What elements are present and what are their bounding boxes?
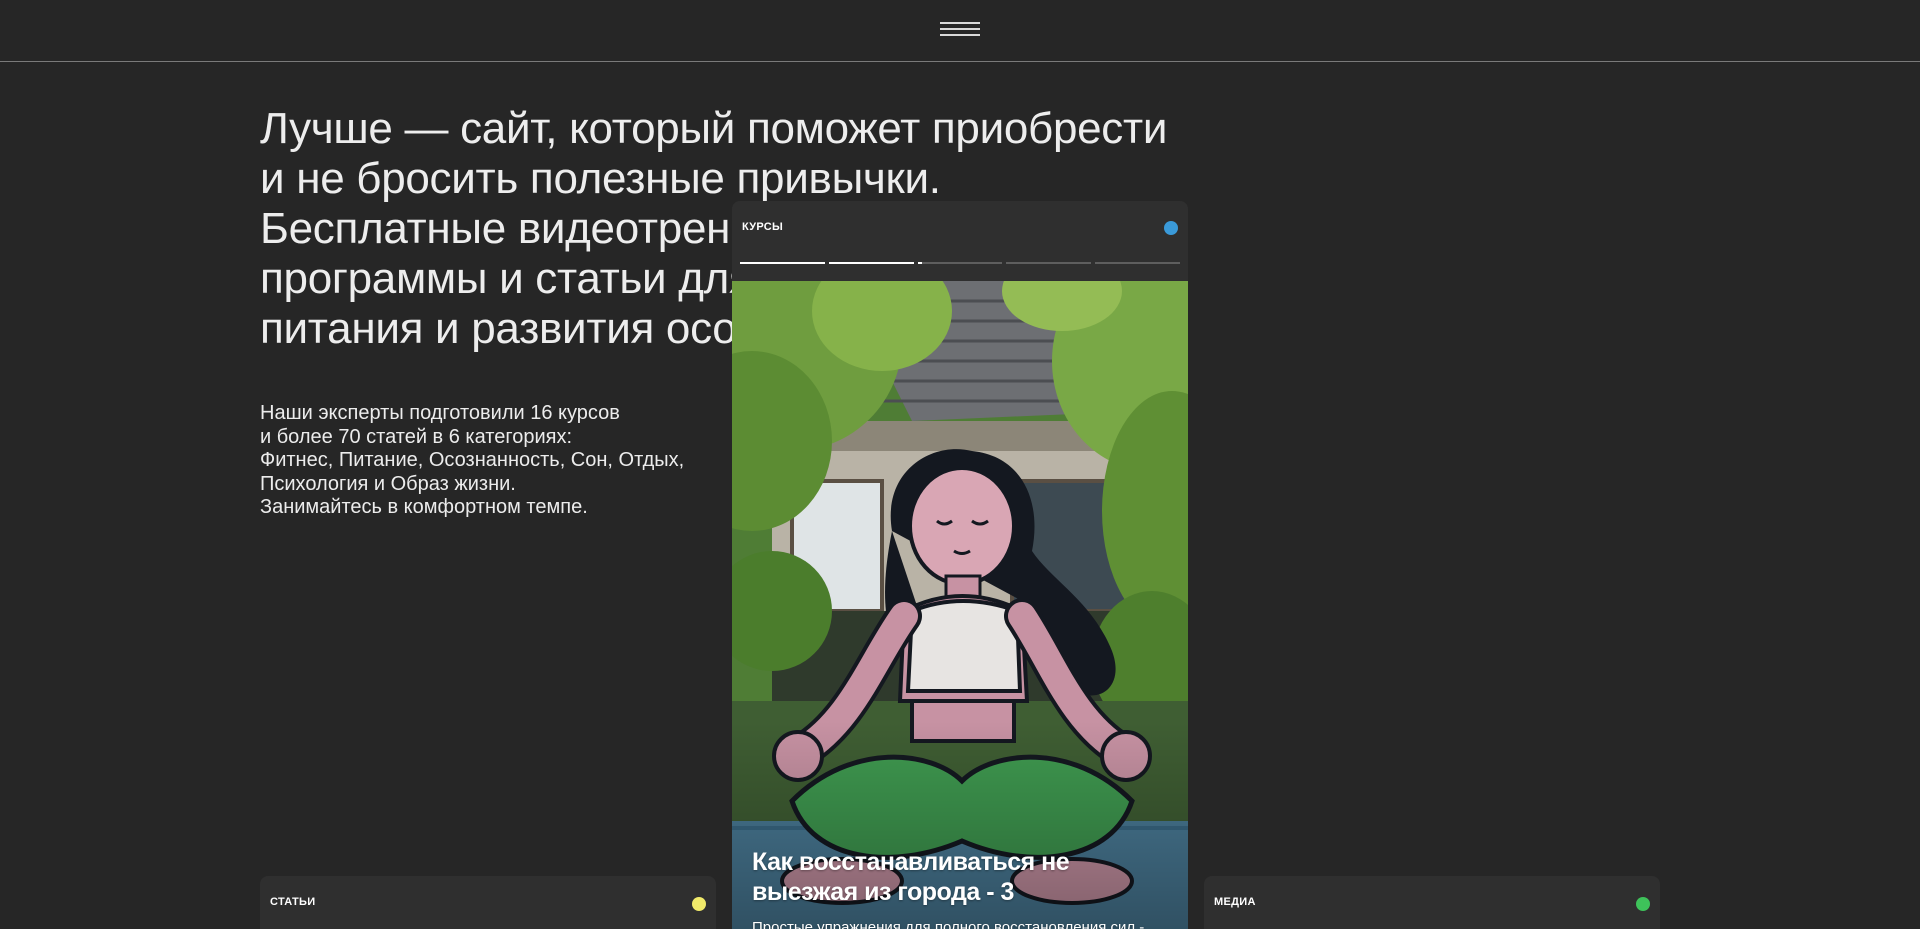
articles-status-dot [692, 897, 706, 911]
hero-description-line: Психология и Образ жизни. [260, 472, 516, 495]
course-subtitle: Простые упражнения для полного восстанов… [752, 919, 1145, 929]
hero-title-line: и не бросить полезные привычки. [260, 154, 941, 203]
courses-card[interactable]: КУРСЫ Как восстанавливаться не выезжая и… [732, 201, 1188, 929]
story-progress-segment[interactable] [740, 262, 825, 264]
top-header [0, 0, 1920, 62]
hero-description-line: Занимайтесь в комфортном темпе. [260, 496, 588, 518]
hero-description: Наши эксперты подготовили 16 курсов и бо… [260, 402, 780, 520]
courses-card-label: КУРСЫ [742, 221, 784, 233]
course-title[interactable]: Как восстанавливаться не выезжая из горо… [752, 847, 1172, 907]
media-status-dot [1636, 897, 1650, 911]
hamburger-menu-icon[interactable] [940, 22, 980, 38]
media-card-label: МЕДИА [1214, 896, 1256, 908]
story-progress-segment[interactable] [1006, 262, 1092, 264]
story-progress-segment[interactable] [828, 262, 914, 264]
course-illustration[interactable]: Как восстанавливаться не выезжая из горо… [732, 281, 1188, 929]
page: Лучше — сайт, который поможет приобрести… [0, 0, 1920, 929]
articles-card-label: СТАТЬИ [270, 896, 316, 908]
story-progress [740, 262, 1180, 264]
meditation-illustration [732, 281, 1188, 929]
story-progress-segment[interactable] [1095, 262, 1180, 264]
hero-description-line: и более 70 статей в 6 категориях: [260, 425, 573, 448]
courses-status-dot [1164, 221, 1178, 235]
courses-card-header: КУРСЫ [732, 201, 1188, 281]
hero-description-line: Наши эксперты подготовили 16 курсов [260, 402, 620, 424]
media-card[interactable]: МЕДИА [1204, 876, 1660, 929]
articles-card[interactable]: СТАТЬИ [260, 876, 716, 929]
story-progress-segment[interactable] [917, 262, 1003, 264]
hero-description-line: Фитнес, Питание, Осознанность, Сон, Отды… [260, 449, 685, 471]
hero-title-line: Лучше — сайт, который поможет приобрести [260, 104, 1168, 153]
